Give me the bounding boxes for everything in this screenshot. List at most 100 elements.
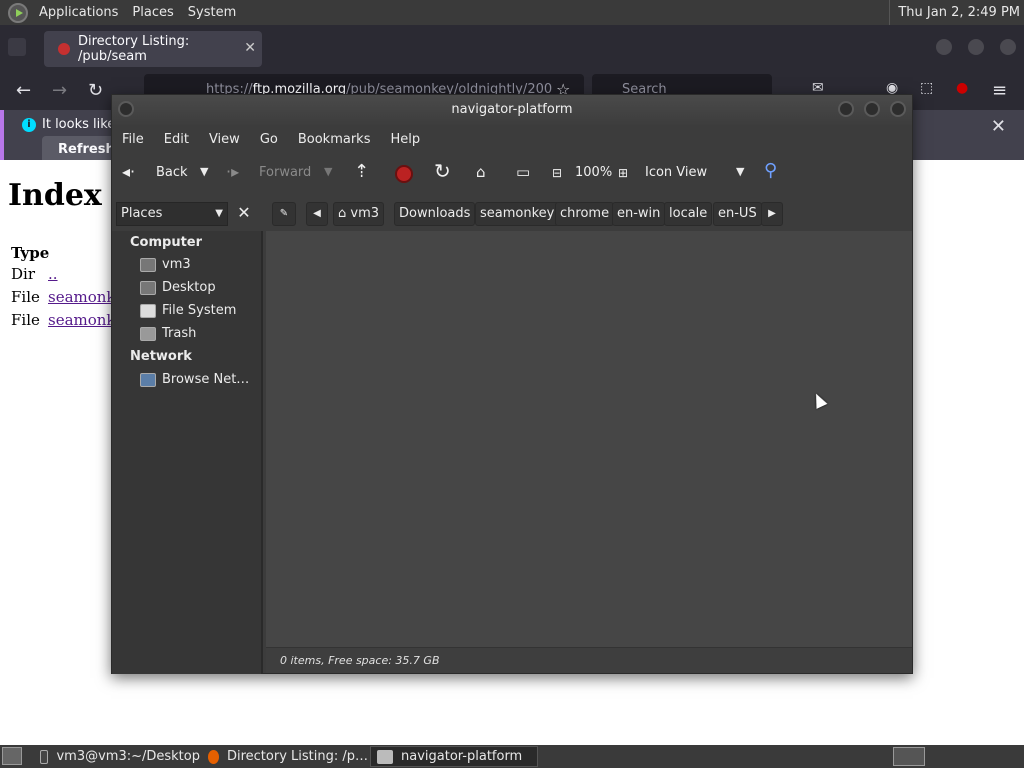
forward-arrow-icon[interactable]: →: [52, 80, 67, 101]
minimize-icon[interactable]: [838, 101, 854, 117]
reload-icon[interactable]: ↻: [88, 80, 103, 101]
view-mode-chevron-down-icon[interactable]: ▼: [736, 165, 744, 178]
back-history-chevron-down-icon[interactable]: ▼: [200, 165, 208, 178]
breadcrumb-seamonkey[interactable]: seamonkey: [475, 202, 560, 226]
row-link[interactable]: ..: [48, 265, 58, 283]
zoom-level[interactable]: 100%: [575, 165, 612, 180]
menu-edit[interactable]: Edit: [158, 132, 195, 147]
breadcrumb-right-arrow-icon[interactable]: ▶: [761, 202, 783, 226]
row-type: File: [11, 311, 40, 329]
terminal-icon: [40, 749, 49, 764]
task-label: navigator-platform: [401, 749, 523, 764]
home-folder-icon: [140, 257, 156, 272]
edit-location-icon[interactable]: ✎: [272, 202, 296, 226]
computer-icon[interactable]: ▭: [516, 163, 530, 181]
task-terminal[interactable]: vm3@vm3:~/Desktop: [34, 746, 200, 767]
table-row: File seamonke: [11, 288, 124, 306]
task-label: Directory Listing: /p…: [226, 749, 368, 764]
back-arrow-icon[interactable]: ◂·: [122, 162, 135, 181]
drive-icon: [140, 303, 156, 318]
zoom-out-icon[interactable]: ⊟: [552, 166, 562, 180]
location-bar: Places ▼ ✕ ✎ ◀ ⌂ vm3 Downloads seamonkey…: [112, 197, 912, 231]
folder-icon: [377, 749, 393, 764]
menu-file[interactable]: File: [116, 132, 150, 147]
sidebar-heading-network: Network: [130, 349, 192, 364]
show-desktop-icon[interactable]: [2, 747, 22, 765]
status-bar: 0 items, Free space: 35.7 GB: [266, 647, 912, 673]
menu-go[interactable]: Go: [254, 132, 284, 147]
taskbar: vm3@vm3:~/Desktop Directory Listing: /p……: [0, 745, 1024, 768]
places-sidebar: Computer vm3 Desktop File System Trash N…: [112, 231, 263, 674]
row-type: Dir: [11, 265, 35, 283]
forward-arrow-icon[interactable]: ·▸: [226, 162, 239, 181]
table-header-type: Type: [11, 244, 50, 262]
breadcrumb-en-us[interactable]: en-US: [713, 202, 762, 226]
info-text: It looks like: [42, 117, 116, 132]
task-label: vm3@vm3:~/Desktop: [56, 749, 200, 764]
zoom-in-icon[interactable]: ⊞: [618, 166, 628, 180]
menu-bar: File Edit View Go Bookmarks Help: [112, 125, 912, 153]
close-tab-icon[interactable]: ✕: [244, 40, 256, 56]
tab-title: Directory Listing: /pub/seam: [77, 34, 190, 64]
up-arrow-icon[interactable]: ⇡: [354, 161, 369, 182]
menu-help[interactable]: Help: [384, 132, 426, 147]
sidebar-item-browse-network[interactable]: Browse Net…: [140, 372, 249, 387]
distro-logo-icon[interactable]: [8, 2, 28, 23]
clock[interactable]: Thu Jan 2, 2:49 PM: [889, 0, 1020, 25]
breadcrumb-left-arrow-icon[interactable]: ◀: [306, 202, 328, 226]
breadcrumb-locale[interactable]: locale: [664, 202, 713, 226]
chevron-down-icon: ▼: [215, 208, 223, 219]
forward-history-chevron-down-icon[interactable]: ▼: [324, 165, 332, 178]
applications-menu[interactable]: Applications: [32, 0, 125, 25]
sidebar-item-label: Browse Net…: [162, 372, 250, 387]
hamburger-menu-icon[interactable]: ≡: [992, 80, 1007, 101]
minimize-icon[interactable]: [936, 39, 952, 55]
title-bar[interactable]: navigator-platform: [112, 95, 912, 125]
breadcrumb-chrome[interactable]: chrome: [555, 202, 615, 226]
reload-icon[interactable]: ↻: [434, 159, 451, 183]
sidebar-item-file-system[interactable]: File System: [140, 303, 236, 318]
forward-button[interactable]: Forward: [259, 165, 311, 180]
row-type: File: [11, 288, 40, 306]
maximize-icon[interactable]: [864, 101, 880, 117]
browser-tab-bar: Directory Listing: /pub/seam ✕: [0, 25, 1024, 70]
window-menu-icon[interactable]: [118, 101, 134, 117]
menu-view[interactable]: View: [203, 132, 246, 147]
sidebar-item-desktop[interactable]: Desktop: [140, 280, 216, 295]
home-folder-icon: ⌂: [338, 206, 351, 221]
browser-tab[interactable]: Directory Listing: /pub/seam ✕: [44, 31, 262, 67]
file-manager-window: navigator-platform File Edit View Go Boo…: [111, 94, 913, 674]
network-icon: [140, 372, 156, 387]
extensions-icon[interactable]: ⬚: [920, 80, 933, 96]
sidebar-item-vm3[interactable]: vm3: [140, 257, 191, 272]
sidebar-places-select[interactable]: Places ▼: [116, 202, 228, 226]
sidebar-item-label: File System: [162, 303, 237, 318]
back-button[interactable]: Back: [156, 165, 188, 180]
sidebar-item-trash[interactable]: Trash: [140, 326, 196, 341]
places-select-label: Places: [121, 206, 163, 221]
desktop-folder-icon: [140, 280, 156, 295]
top-panel: Applications Places System Thu Jan 2, 2:…: [0, 0, 1024, 25]
breadcrumb-vm3[interactable]: ⌂ vm3: [333, 202, 385, 226]
breadcrumb-en-win[interactable]: en-win: [612, 202, 666, 226]
file-view[interactable]: [266, 231, 912, 647]
workspace-switcher[interactable]: [893, 747, 925, 766]
system-menu[interactable]: System: [181, 0, 243, 25]
places-menu[interactable]: Places: [125, 0, 180, 25]
search-icon[interactable]: ⚲: [764, 160, 777, 181]
task-file-manager[interactable]: navigator-platform: [370, 746, 538, 767]
menu-bookmarks[interactable]: Bookmarks: [292, 132, 377, 147]
home-folder-icon[interactable]: ⌂: [476, 163, 486, 181]
stop-icon[interactable]: [395, 165, 413, 183]
maximize-icon[interactable]: [968, 39, 984, 55]
close-icon[interactable]: [890, 101, 906, 117]
close-sidebar-icon[interactable]: ✕: [234, 202, 254, 224]
task-browser[interactable]: Directory Listing: /p…: [202, 746, 368, 767]
view-mode-select[interactable]: Icon View: [645, 165, 707, 180]
close-infobar-icon[interactable]: ✕: [991, 116, 1006, 137]
close-window-icon[interactable]: [1000, 39, 1016, 55]
back-arrow-icon[interactable]: ←: [16, 80, 31, 101]
breadcrumb-downloads[interactable]: Downloads: [394, 202, 476, 226]
ublock-icon[interactable]: ●: [956, 80, 968, 96]
tab-list-icon[interactable]: [8, 38, 26, 56]
